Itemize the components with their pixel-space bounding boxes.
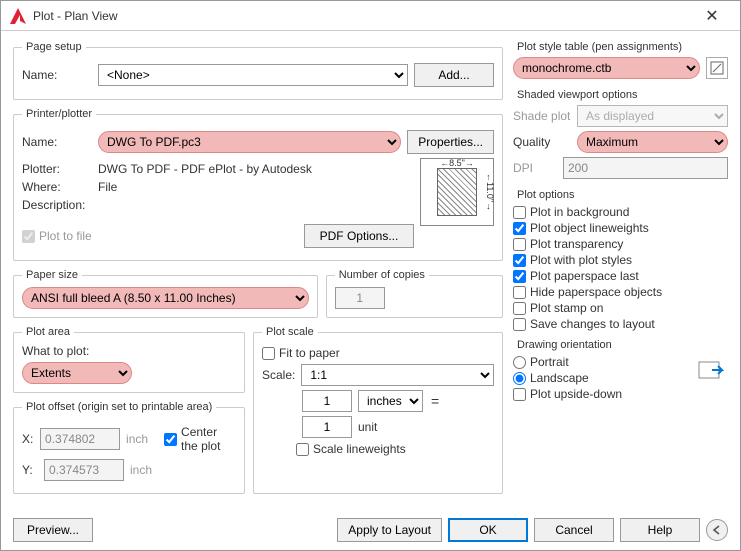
app-logo-icon xyxy=(9,7,27,25)
copies-input xyxy=(335,287,385,309)
where-value: File xyxy=(98,180,117,194)
title-bar: Plot - Plan View ✕ xyxy=(1,1,740,31)
copies-legend: Number of copies xyxy=(335,269,429,281)
paper-size-select[interactable]: ANSI full bleed A (8.50 x 11.00 Inches) xyxy=(22,287,309,309)
shaded-group: Shaded viewport options Shade plot As di… xyxy=(513,89,728,183)
quality-select[interactable]: Maximum xyxy=(577,131,728,153)
properties-button[interactable]: Properties... xyxy=(407,130,494,154)
add-button[interactable]: Add... xyxy=(414,63,494,87)
orientation-group: Drawing orientation Portrait Landscape P… xyxy=(513,339,728,403)
offset-y-label: Y: xyxy=(22,463,38,477)
close-button[interactable]: ✕ xyxy=(692,1,732,31)
orientation-icon xyxy=(698,359,724,384)
offset-x-input xyxy=(40,428,120,450)
plot-options-group: Plot options Plot in background Plot obj… xyxy=(513,189,728,333)
preview-height: ←11.0"→ xyxy=(485,159,495,225)
style-table-select[interactable]: monochrome.ctb xyxy=(513,57,700,79)
collapse-button[interactable] xyxy=(706,519,728,541)
paper-size-group: Paper size ANSI full bleed A (8.50 x 11.… xyxy=(13,269,318,318)
shadeplot-select: As displayed xyxy=(577,105,728,127)
footer: Preview... Apply to Layout OK Cancel Hel… xyxy=(13,518,728,542)
scale-unit2-label: unit xyxy=(358,420,377,434)
preview-hatch xyxy=(437,168,477,216)
plot-scale-group: Plot scale Fit to paper Scale: 1:1 xyxy=(253,326,503,494)
plotter-value: DWG To PDF - PDF ePlot - by Autodesk xyxy=(98,162,312,176)
fit-to-paper-check[interactable]: Fit to paper xyxy=(262,346,494,360)
orientation-legend: Drawing orientation xyxy=(513,339,728,351)
style-table-legend: Plot style table (pen assignments) xyxy=(513,41,728,53)
scale-select[interactable]: 1:1 xyxy=(301,364,494,386)
center-plot-checkbox[interactable] xyxy=(164,433,177,446)
plot-dialog: Plot - Plan View ✕ Page setup Name: <Non… xyxy=(0,0,741,551)
opt-stamp[interactable]: Plot stamp on xyxy=(513,301,728,315)
pdf-options-button[interactable]: PDF Options... xyxy=(304,224,414,248)
shadeplot-label: Shade plot xyxy=(513,109,571,123)
dialog-body: Page setup Name: <None> Add... Printer/p… xyxy=(1,31,740,504)
fit-to-paper-checkbox[interactable] xyxy=(262,347,275,360)
plot-area-legend: Plot area xyxy=(22,326,74,338)
opt-olw[interactable]: Plot object lineweights xyxy=(513,221,728,235)
what-to-plot-select[interactable]: Extents xyxy=(22,362,132,384)
opt-pstyles[interactable]: Plot with plot styles xyxy=(513,253,728,267)
center-plot-check[interactable]: Center the plot xyxy=(164,425,236,453)
opt-bg[interactable]: Plot in background xyxy=(513,205,728,219)
preview-width: ←8.5"→ xyxy=(421,158,493,168)
orient-upside[interactable]: Plot upside-down xyxy=(513,387,728,401)
printer-name-select[interactable]: DWG To PDF.pc3 xyxy=(98,131,401,153)
description-label: Description: xyxy=(22,198,92,212)
offset-y-unit: inch xyxy=(130,463,152,477)
quality-label: Quality xyxy=(513,135,571,149)
preview-button[interactable]: Preview... xyxy=(13,518,93,542)
printer-group: Printer/plotter Name: DWG To PDF.pc3 Pro… xyxy=(13,108,503,261)
scale-label: Scale: xyxy=(262,368,295,382)
copies-group: Number of copies xyxy=(326,269,503,318)
shaded-legend: Shaded viewport options xyxy=(513,89,728,101)
window-title: Plot - Plan View xyxy=(33,9,692,23)
right-column: Plot style table (pen assignments) monoc… xyxy=(513,41,728,494)
plot-scale-legend: Plot scale xyxy=(262,326,318,338)
plot-options-legend: Plot options xyxy=(513,189,728,201)
printer-legend: Printer/plotter xyxy=(22,108,96,120)
page-setup-legend: Page setup xyxy=(22,41,86,53)
help-button[interactable]: Help xyxy=(620,518,700,542)
page-setup-group: Page setup Name: <None> Add... xyxy=(13,41,503,100)
printer-name-label: Name: xyxy=(22,135,92,149)
apply-button[interactable]: Apply to Layout xyxy=(337,518,442,542)
scale-num1-input[interactable] xyxy=(302,390,352,412)
equals-sign: = xyxy=(429,393,441,409)
orient-landscape[interactable]: Landscape xyxy=(513,371,728,385)
page-setup-name-select[interactable]: <None> xyxy=(98,64,408,86)
scale-lw-checkbox[interactable] xyxy=(296,443,309,456)
offset-x-unit: inch xyxy=(126,432,148,446)
opt-hide[interactable]: Hide paperspace objects xyxy=(513,285,728,299)
plotter-label: Plotter: xyxy=(22,162,92,176)
opt-save[interactable]: Save changes to layout xyxy=(513,317,728,331)
page-setup-name-label: Name: xyxy=(22,68,92,82)
left-column: Page setup Name: <None> Add... Printer/p… xyxy=(13,41,503,494)
paper-preview: ←8.5"→ ←11.0"→ xyxy=(420,158,494,226)
scale-lw-check[interactable]: Scale lineweights xyxy=(296,442,494,456)
dpi-label: DPI xyxy=(513,161,557,175)
paper-size-legend: Paper size xyxy=(22,269,82,281)
edit-style-button[interactable] xyxy=(706,57,728,79)
offset-y-input xyxy=(44,459,124,481)
opt-trans[interactable]: Plot transparency xyxy=(513,237,728,251)
cancel-button[interactable]: Cancel xyxy=(534,518,614,542)
plot-to-file-check: Plot to file xyxy=(22,229,92,243)
scale-unit1-select[interactable]: inches xyxy=(358,390,423,412)
orient-portrait[interactable]: Portrait xyxy=(513,355,728,369)
opt-pspace[interactable]: Plot paperspace last xyxy=(513,269,728,283)
where-label: Where: xyxy=(22,180,92,194)
what-to-plot-label: What to plot: xyxy=(22,344,236,358)
plot-offset-group: Plot offset (origin set to printable are… xyxy=(13,401,245,494)
plot-offset-legend: Plot offset (origin set to printable are… xyxy=(22,401,216,413)
scale-num2-input[interactable] xyxy=(302,416,352,438)
ok-button[interactable]: OK xyxy=(448,518,528,542)
plot-area-group: Plot area What to plot: Extents xyxy=(13,326,245,393)
plot-to-file-checkbox xyxy=(22,230,35,243)
dpi-input xyxy=(563,157,728,179)
style-table-group: Plot style table (pen assignments) monoc… xyxy=(513,41,728,83)
offset-x-label: X: xyxy=(22,432,34,446)
